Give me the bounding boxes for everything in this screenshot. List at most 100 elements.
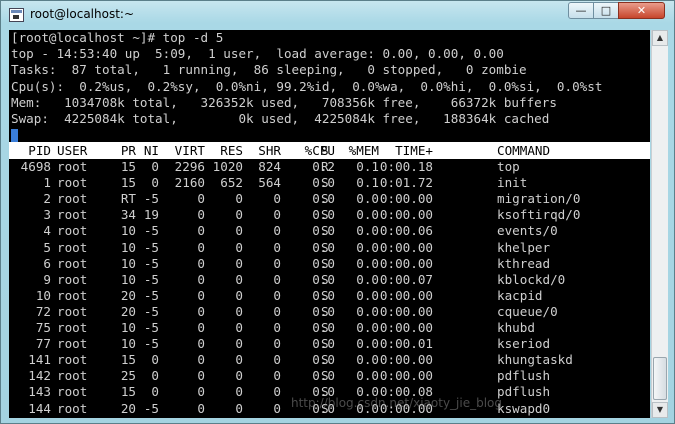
process-ni: -5 [143,239,159,255]
process-user: root [57,336,88,352]
column-header-pid: PID [28,143,51,158]
cpu-line: Cpu(s): 0.2%us, 0.2%sy, 0.0%ni, 99.2%id,… [11,78,603,94]
maximize-button[interactable]: □ [593,2,619,19]
process-res: 0 [235,239,243,255]
process-res: 0 [235,207,243,223]
process-shr: 0 [273,320,281,335]
process-user: root [57,255,88,271]
process-pid: 77 [35,336,51,352]
process-command: cqueue/0 [497,303,558,319]
process-time: 0:00.00 [379,287,433,303]
process-ni: 0 [151,384,159,400]
process-res: 0 [235,400,243,416]
process-shr: 824 [258,159,281,174]
process-user: root [57,287,88,303]
process-cpu: 0.0 [312,191,335,207]
process-ni: -5 [143,400,159,416]
close-button[interactable]: ✕ [618,2,665,19]
terminal-app-icon[interactable] [9,8,24,22]
command-prompt-line: [root@localhost ~]# top -d 5 [11,30,224,45]
process-virt: 0 [197,207,205,223]
process-pid: 5 [43,239,51,255]
process-ni: -5 [143,336,159,352]
process-user: root [57,400,88,416]
process-row: 3 root 34 19 0 0 0 S 0.0 0.0 0:00.00 ksoftirqd/0 [9,207,650,223]
process-command: kthread [497,255,551,271]
process-virt: 0 [197,223,205,239]
process-pid: 142 [28,368,51,384]
process-cpu: 0.0 [312,368,335,384]
process-shr: 0 [273,239,281,255]
process-command: kacpid [497,287,543,303]
process-command: migration/0 [497,191,581,207]
terminal-output[interactable]: [root@localhost ~]# top -d 5 top - 14:53… [9,30,650,418]
process-virt: 2160 [174,175,205,191]
process-cpu: 0.0 [312,271,335,287]
process-pid: 10 [35,287,51,303]
process-pid: 75 [35,320,51,335]
process-cpu: 0.0 [312,255,335,271]
process-pid: 4 [43,223,51,239]
process-time: 0:00.07 [379,271,433,287]
process-res: 0 [235,352,243,368]
process-virt: 0 [197,239,205,255]
process-time: 0:00.18 [379,159,433,174]
vertical-scrollbar[interactable]: ▲ ▼ [651,30,668,418]
process-virt: 0 [197,255,205,271]
process-pid: 3 [43,207,51,223]
process-shr: 564 [258,175,281,191]
mem-line: Mem: 1034708k total, 326352k used, 70835… [11,94,557,110]
process-cpu: 0.0 [312,320,335,335]
process-row: 142 root 25 0 0 0 0 S 0.0 0.0 0:00.00 pdflush [9,368,650,384]
process-ni: -5 [143,223,159,239]
process-command: khubd [497,320,535,335]
process-ni: -5 [143,303,159,319]
process-ni: 19 [143,207,159,223]
process-time: 0:00.00 [379,303,433,319]
process-row: 4698 root 15 0 2296 1020 824 R 0.2 0.1 0:00.18 top [9,159,650,175]
process-time: 0:00.00 [379,239,433,255]
process-pid: 143 [28,384,51,400]
process-res: 0 [235,223,243,239]
process-time: 0:00.00 [379,255,433,271]
scrollbar-thumb[interactable] [653,357,667,400]
process-res: 0 [235,255,243,271]
process-virt: 0 [197,271,205,287]
process-cpu: 0.0 [312,303,335,319]
process-row: 6 root 10 -5 0 0 0 S 0.0 0.0 0:00.00 kthread [9,256,650,272]
input-line [11,127,602,143]
process-row: 5 root 10 -5 0 0 0 S 0.0 0.0 0:00.00 khelper [9,240,650,256]
process-command: init [497,175,528,191]
summary-area: [root@localhost ~]# top -d 5 top - 14:53… [11,30,602,143]
process-res: 0 [235,303,243,319]
process-virt: 0 [197,368,205,384]
column-header-cpu: %CPU [304,143,335,158]
scroll-down-arrow-icon[interactable]: ▼ [652,402,668,418]
column-header-user: USER [57,143,88,158]
process-virt: 0 [197,303,205,319]
process-virt: 0 [197,320,205,335]
window-title: root@localhost:~ [30,7,135,21]
process-res: 0 [235,384,243,400]
process-user: root [57,175,88,191]
process-command: pdflush [497,368,551,384]
process-command: pdflush [497,384,551,400]
process-res: 0 [235,271,243,287]
process-ni: 0 [151,175,159,191]
process-shr: 0 [273,271,281,287]
uptime-line: top - 14:53:40 up 5:09, 1 user, load ave… [11,46,504,62]
process-row: 10 root 20 -5 0 0 0 S 0.0 0.0 0:00.00 kacpid [9,288,650,304]
process-cpu: 0.0 [312,352,335,368]
process-pid: 72 [35,303,51,319]
process-cpu: 0.0 [312,175,335,191]
process-virt: 2296 [174,159,205,174]
process-pid: 141 [28,352,51,368]
scroll-up-arrow-icon[interactable]: ▲ [652,30,668,46]
process-ni: -5 [143,255,159,271]
title-bar[interactable]: root@localhost:~ — □ ✕ [1,1,675,29]
process-shr: 0 [273,207,281,223]
minimize-button[interactable]: — [568,2,594,19]
process-virt: 0 [197,352,205,368]
process-time: 0:00.00 [379,368,433,384]
process-shr: 0 [273,255,281,271]
